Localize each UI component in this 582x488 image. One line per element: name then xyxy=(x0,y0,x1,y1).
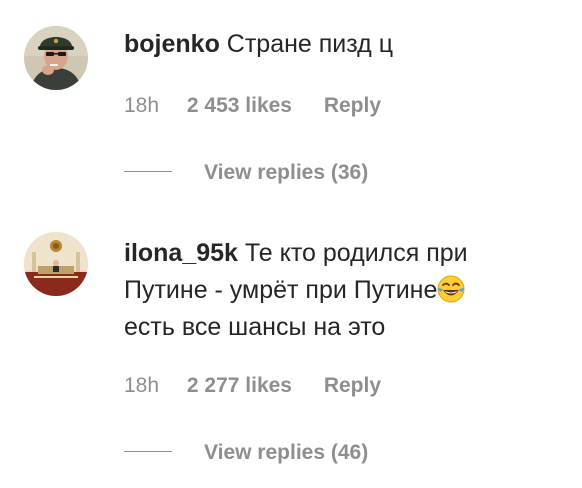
replies-divider xyxy=(124,170,172,172)
reply-button[interactable]: Reply xyxy=(324,374,381,398)
comment-text: ilona_95k Те кто родился при Путине - ум… xyxy=(124,235,568,346)
view-replies-button[interactable]: View replies (46) xyxy=(124,441,368,465)
comment-time[interactable]: 18h xyxy=(124,94,159,118)
avatar[interactable] xyxy=(24,232,88,296)
view-replies-button[interactable]: View replies (36) xyxy=(124,161,368,185)
comment-username[interactable]: ilona_95k xyxy=(124,239,238,267)
comment-line-2: Путине - умрёт при Путине xyxy=(124,272,568,309)
comment-line-1: ilona_95k Те кто родился при xyxy=(124,235,568,272)
comment-likes[interactable]: 2 277 likes xyxy=(187,374,292,398)
user-avatar-hall-icon xyxy=(24,232,88,296)
avatar[interactable] xyxy=(24,26,88,90)
comment-body: есть все шансы на это xyxy=(124,313,386,341)
view-replies-label: View replies (46) xyxy=(204,441,369,464)
comment-meta: 18h 2 277 likes Reply xyxy=(124,374,381,398)
user-avatar-cap-icon xyxy=(24,26,88,90)
comment-body: Путине - умрёт при Путине xyxy=(124,276,438,304)
comment-meta: 18h 2 453 likes Reply xyxy=(124,94,381,118)
comment-line-3: есть все шансы на это xyxy=(124,309,568,346)
comment-text: bojenko Стране пизд ц xyxy=(124,26,568,63)
reply-button[interactable]: Reply xyxy=(324,94,381,118)
comment-body: Те кто родился при xyxy=(244,239,468,267)
comment-username[interactable]: bojenko xyxy=(124,30,220,58)
view-replies-label: View replies (36) xyxy=(204,161,369,184)
comment-likes[interactable]: 2 453 likes xyxy=(187,94,292,118)
comment-item: bojenko Стране пизд ц 18h 2 453 likes Re… xyxy=(0,0,582,200)
face-with-tears-of-joy-icon xyxy=(437,275,465,303)
comment-body: Стране пизд ц xyxy=(226,30,394,58)
comment-time[interactable]: 18h xyxy=(124,374,159,398)
replies-divider xyxy=(124,450,172,452)
comment-item: ilona_95k Те кто родился при Путине - ум… xyxy=(0,200,582,488)
